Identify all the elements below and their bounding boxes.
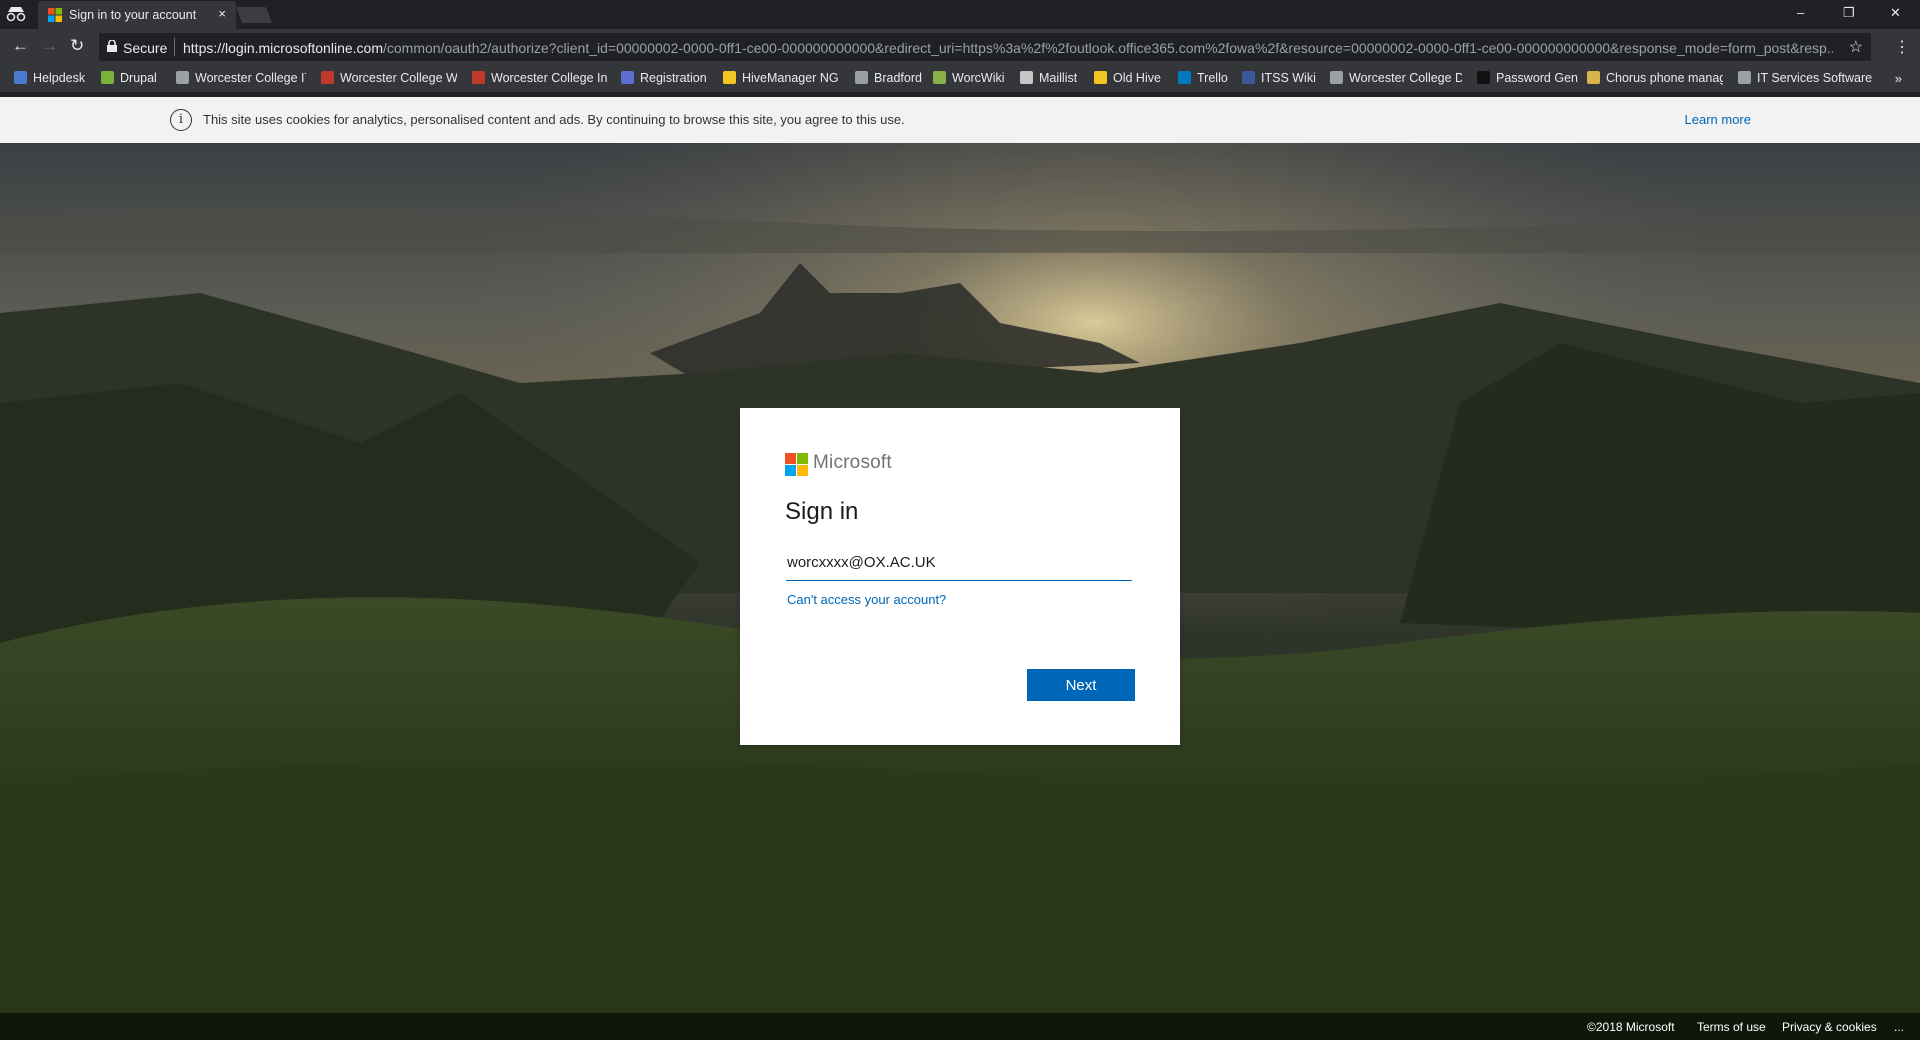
bookmark-favicon-icon <box>1020 71 1033 84</box>
bookmark-item[interactable]: Maillist <box>1020 71 1077 87</box>
bookmark-item[interactable]: IT Services Software I <box>1738 71 1876 87</box>
footer-more-icon[interactable]: ... <box>1894 1020 1904 1034</box>
microsoft-brand: Microsoft <box>813 452 892 473</box>
browser-menu-icon[interactable]: ⋮ <box>1894 37 1910 57</box>
bookmark-favicon-icon <box>101 71 114 84</box>
secure-label: Secure <box>123 40 168 56</box>
cookie-banner: i This site uses cookies for analytics, … <box>0 97 1920 143</box>
microsoft-favicon-icon <box>48 8 62 22</box>
bookmark-favicon-icon <box>1587 71 1600 84</box>
incognito-icon <box>6 7 26 22</box>
bookmark-item[interactable]: Helpdesk <box>14 71 85 87</box>
bookmark-star-icon[interactable]: ☆ <box>1849 37 1863 57</box>
address-bar[interactable]: Secure https://login.microsoftonline.com… <box>99 33 1871 61</box>
bookmark-favicon-icon <box>723 71 736 84</box>
cant-access-account-link[interactable]: Can't access your account? <box>787 592 946 607</box>
bookmark-favicon-icon <box>933 71 946 84</box>
page-footer: ©2018 Microsoft Terms of use Privacy & c… <box>0 1013 1920 1040</box>
browser-window: Sign in to your account × – ❐ ✕ ← → ↻ Se… <box>0 0 1920 1040</box>
email-field[interactable] <box>786 545 1132 581</box>
tab-strip: Sign in to your account × – ❐ ✕ <box>0 0 1920 29</box>
bookmark-favicon-icon <box>14 71 27 84</box>
bookmark-item[interactable]: Worcester College In <box>472 71 608 87</box>
bookmark-favicon-icon <box>1094 71 1107 84</box>
logo-square-red <box>785 453 796 464</box>
bookmark-favicon-icon <box>321 71 334 84</box>
url-host: https://login.microsoftonline.com <box>183 40 383 56</box>
minimize-icon[interactable]: – <box>1797 5 1804 20</box>
bookmark-item[interactable]: Password Gen <box>1477 71 1578 87</box>
bookmark-item[interactable]: HiveManager NG <box>723 71 839 87</box>
sign-in-card: Microsoft Sign in Can't access your acco… <box>740 408 1180 745</box>
bookmark-favicon-icon <box>1242 71 1255 84</box>
window-close-icon[interactable]: ✕ <box>1890 5 1901 21</box>
bookmark-item[interactable]: Registration <box>621 71 707 87</box>
lock-icon <box>107 40 117 52</box>
browser-toolbar: ← → ↻ Secure https://login.microsoftonli… <box>0 29 1920 65</box>
reload-icon[interactable]: ↻ <box>70 36 84 56</box>
url-divider <box>174 38 175 56</box>
bookmark-item[interactable]: Chorus phone manag <box>1587 71 1723 87</box>
bookmark-favicon-icon <box>1330 71 1343 84</box>
bookmarks-bar: Helpdesk Drupal Worcester College IT Wor… <box>0 65 1920 92</box>
bookmark-item[interactable]: Bradford <box>855 71 922 87</box>
terms-link[interactable]: Terms of use <box>1697 1020 1766 1034</box>
logo-square-green <box>797 453 808 464</box>
bookmark-item[interactable]: WorcWiki <box>933 71 1005 87</box>
tab-close-icon[interactable]: × <box>218 6 226 21</box>
privacy-link[interactable]: Privacy & cookies <box>1782 1020 1877 1034</box>
back-icon[interactable]: ← <box>12 36 29 56</box>
bookmark-item[interactable]: Trello <box>1178 71 1228 87</box>
bookmark-item[interactable]: Old Hive <box>1094 71 1161 87</box>
url-path: /common/oauth2/authorize?client_id=00000… <box>382 40 1833 56</box>
url-text[interactable]: https://login.microsoftonline.com/common… <box>183 40 1833 56</box>
bookmark-favicon-icon <box>176 71 189 84</box>
microsoft-logo-icon <box>785 453 809 477</box>
bookmarks-overflow-icon[interactable]: » <box>1895 71 1902 86</box>
bookmark-favicon-icon <box>1178 71 1191 84</box>
bookmark-favicon-icon <box>1477 71 1490 84</box>
next-button[interactable]: Next <box>1027 669 1135 701</box>
new-tab-button[interactable] <box>236 7 272 23</box>
info-icon: i <box>170 109 192 131</box>
restore-icon[interactable]: ❐ <box>1843 5 1855 21</box>
tab-title: Sign in to your account <box>69 8 197 22</box>
bookmark-item[interactable]: Worcester College IT <box>176 71 306 87</box>
page-title: Sign in <box>785 498 859 525</box>
learn-more-link[interactable]: Learn more <box>1685 112 1751 127</box>
bookmark-item[interactable]: Worcester College W <box>321 71 457 87</box>
logo-square-blue <box>785 465 796 476</box>
bookmark-favicon-icon <box>621 71 634 84</box>
bookmark-item[interactable]: ITSS Wiki <box>1242 71 1316 87</box>
bookmark-item[interactable]: Drupal <box>101 71 157 87</box>
bookmark-favicon-icon <box>1738 71 1751 84</box>
bookmark-item[interactable]: Worcester College Da <box>1330 71 1462 87</box>
cookie-message: This site uses cookies for analytics, pe… <box>203 112 905 127</box>
bookmark-favicon-icon <box>472 71 485 84</box>
bookmark-favicon-icon <box>855 71 868 84</box>
tab-sign-in[interactable]: Sign in to your account × <box>38 1 236 29</box>
copyright-text: ©2018 Microsoft <box>1587 1020 1675 1034</box>
logo-square-yellow <box>797 465 808 476</box>
forward-icon[interactable]: → <box>41 36 58 56</box>
